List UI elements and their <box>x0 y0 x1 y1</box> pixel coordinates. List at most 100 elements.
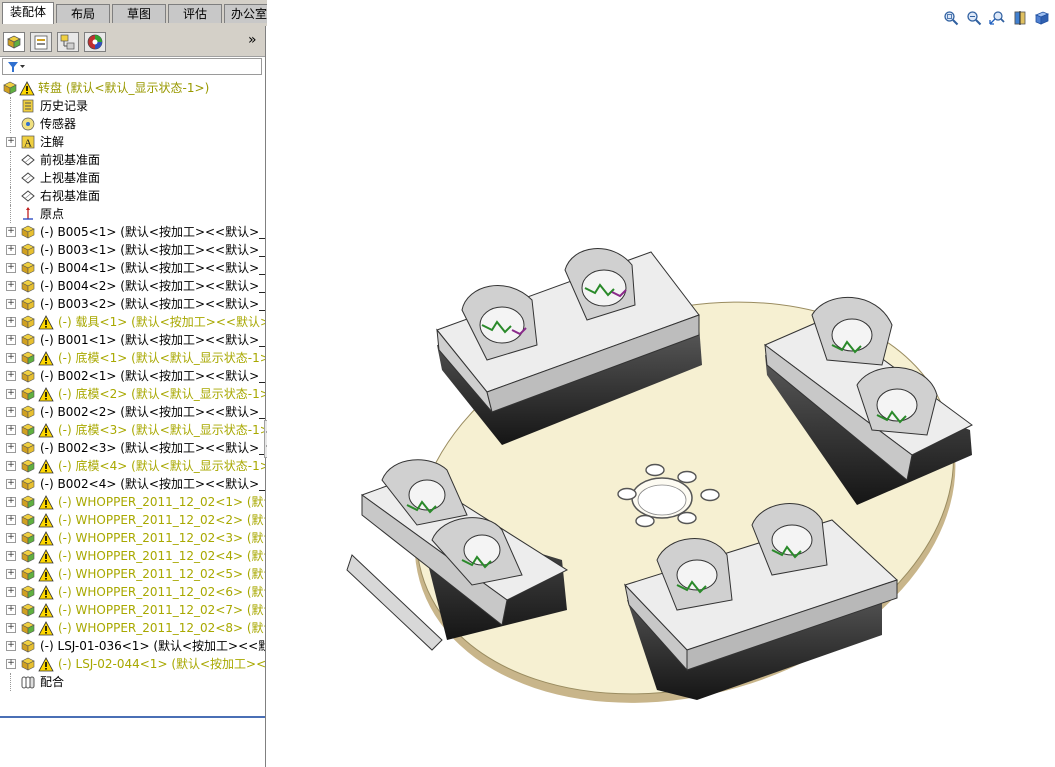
subassembly-warning-icon <box>21 549 35 563</box>
expand-toggle[interactable]: + <box>6 299 16 309</box>
tree-item[interactable]: 历史记录 <box>0 97 265 115</box>
tree-item[interactable]: + (-) WHOPPER_2011_12_02<3> (默认 <box>0 529 265 547</box>
tree-item[interactable]: + A 注解 <box>0 133 265 151</box>
part-icon <box>21 477 35 491</box>
warning-icon <box>38 423 54 438</box>
expand-toggle[interactable]: + <box>6 623 16 633</box>
display-manager-tab[interactable] <box>84 32 106 52</box>
expand-toggle[interactable]: + <box>6 569 16 579</box>
expand-toggle[interactable]: + <box>6 425 16 435</box>
tree-item[interactable]: 传感器 <box>0 115 265 133</box>
tab-layout[interactable]: 布局 <box>56 4 110 23</box>
expand-toggle[interactable]: + <box>6 389 16 399</box>
tree-item[interactable]: + (-) WHOPPER_2011_12_02<5> (默认 <box>0 565 265 583</box>
feature-manager-panel: » 转盘 (默认<默认_显示状态-1>) 历史记录 传感器 + A 注解 前视基准面 上视基准… <box>0 26 266 767</box>
panel-expand-button[interactable]: » <box>248 32 257 48</box>
expand-toggle[interactable]: + <box>6 263 16 273</box>
warning-icon <box>38 513 54 528</box>
tree-item[interactable]: + (-) LSJ-01-036<1> (默认<按加工><<默认 <box>0 637 265 655</box>
tree-item[interactable]: + (-) B001<1> (默认<按加工><<默认>_显 <box>0 331 265 349</box>
plane-icon <box>21 154 35 166</box>
tree-item[interactable]: + (-) B002<2> (默认<按加工><<默认>_显 <box>0 403 265 421</box>
tree-item[interactable]: + (-) B004<2> (默认<按加工><<默认>_显 <box>0 277 265 295</box>
configuration-manager-icon <box>60 34 75 50</box>
expand-toggle[interactable]: + <box>6 227 16 237</box>
configuration-manager-tab[interactable] <box>57 32 79 52</box>
part-icon <box>21 405 35 419</box>
tree-item-label: (-) B003<1> (默认<按加工><<默认>_显 <box>40 243 265 257</box>
tree-item[interactable]: + (-) WHOPPER_2011_12_02<1> (默认 <box>0 493 265 511</box>
feature-manager-tab[interactable] <box>3 32 25 52</box>
expand-toggle[interactable]: + <box>6 497 16 507</box>
tree-item-label: (-) LSJ-02-044<1> (默认<按加工><< <box>58 657 265 671</box>
tree-filter[interactable] <box>2 58 262 75</box>
expand-toggle[interactable]: + <box>6 551 16 561</box>
warning-icon <box>19 81 35 96</box>
tree-item[interactable]: + (-) WHOPPER_2011_12_02<8> (默认 <box>0 619 265 637</box>
tree-item[interactable]: + (-) 载具<1> (默认<按加工><<默认>_ <box>0 313 265 331</box>
expand-toggle[interactable]: + <box>6 281 16 291</box>
expand-toggle[interactable]: + <box>6 605 16 615</box>
expand-toggle[interactable]: + <box>6 533 16 543</box>
tree-item[interactable]: + (-) 底模<1> (默认<默认_显示状态-1> <box>0 349 265 367</box>
subassembly-warning-icon <box>21 603 35 617</box>
part-icon <box>21 639 35 653</box>
tree-connector <box>10 169 12 187</box>
property-manager-tab[interactable] <box>30 32 52 52</box>
tree-item[interactable]: 上视基准面 <box>0 169 265 187</box>
expand-toggle[interactable]: + <box>6 317 16 327</box>
tree-item[interactable]: + (-) 底模<2> (默认<默认_显示状态-1> <box>0 385 265 403</box>
expand-toggle[interactable]: + <box>6 515 16 525</box>
panel-toolbar: » <box>0 26 265 57</box>
expand-toggle[interactable]: + <box>6 371 16 381</box>
warning-icon <box>38 351 54 366</box>
expand-toggle[interactable]: + <box>6 659 16 669</box>
tree-item-label: (-) B004<2> (默认<按加工><<默认>_显 <box>40 279 265 293</box>
tree-item-label: (-) B002<4> (默认<按加工><<默认>_显 <box>40 477 265 491</box>
expand-toggle[interactable]: + <box>6 479 16 489</box>
tree-item[interactable]: 前视基准面 <box>0 151 265 169</box>
expand-toggle[interactable]: + <box>6 461 16 471</box>
tree-item[interactable]: 右视基准面 <box>0 187 265 205</box>
tree-item[interactable]: + (-) B005<1> (默认<按加工><<默认>_显 <box>0 223 265 241</box>
expand-toggle[interactable]: + <box>6 407 16 417</box>
tree-item[interactable]: + (-) B004<1> (默认<按加工><<默认>_显 <box>0 259 265 277</box>
tree-item[interactable]: + (-) WHOPPER_2011_12_02<6> (默认 <box>0 583 265 601</box>
expand-toggle[interactable]: + <box>6 641 16 651</box>
tree-item[interactable]: + (-) LSJ-02-044<1> (默认<按加工><< <box>0 655 265 673</box>
tree-item[interactable]: + (-) B003<2> (默认<按加工><<默认>_显 <box>0 295 265 313</box>
warning-icon <box>38 567 54 582</box>
tree-item[interactable]: + (-) WHOPPER_2011_12_02<4> (默认 <box>0 547 265 565</box>
tab-evaluate[interactable]: 评估 <box>168 4 222 23</box>
tree-item-label: (-) WHOPPER_2011_12_02<2> (默认 <box>58 513 265 527</box>
tree-item[interactable]: + (-) 底模<4> (默认<默认_显示状态-1> <box>0 457 265 475</box>
tree-item[interactable]: + (-) WHOPPER_2011_12_02<2> (默认 <box>0 511 265 529</box>
expand-toggle[interactable]: + <box>6 443 16 453</box>
tree-item[interactable]: + (-) 底模<3> (默认<默认_显示状态-1> <box>0 421 265 439</box>
tree-item-label: (-) B001<1> (默认<按加工><<默认>_显 <box>40 333 265 347</box>
tree-item[interactable]: + (-) B003<1> (默认<按加工><<默认>_显 <box>0 241 265 259</box>
graphics-area[interactable] <box>267 0 1055 767</box>
expand-toggle[interactable]: + <box>6 137 16 147</box>
tab-sketch[interactable]: 草图 <box>112 4 166 23</box>
tree-item[interactable]: 配合 <box>0 673 265 691</box>
tree-item[interactable]: 原点 <box>0 205 265 223</box>
tree-item-label: 右视基准面 <box>40 189 101 203</box>
part-icon <box>21 261 35 275</box>
tree-item[interactable]: + (-) B002<4> (默认<按加工><<默认>_显 <box>0 475 265 493</box>
tab-assembly[interactable]: 装配体 <box>2 2 54 24</box>
svg-text:A: A <box>24 138 32 150</box>
expand-toggle[interactable]: + <box>6 353 16 363</box>
expand-toggle[interactable]: + <box>6 587 16 597</box>
expand-toggle[interactable]: + <box>6 335 16 345</box>
tree-item[interactable]: + (-) B002<1> (默认<按加工><<默认>_显 <box>0 367 265 385</box>
subassembly-warning-icon <box>21 567 35 581</box>
display-manager-icon <box>87 34 103 50</box>
tree-root-item[interactable]: 转盘 (默认<默认_显示状态-1>) <box>0 79 265 97</box>
plane-icon <box>21 172 35 184</box>
tree-item[interactable]: + (-) B002<3> (默认<按加工><<默认>_显 <box>0 439 265 457</box>
subassembly-warning-icon <box>21 513 35 527</box>
tree-item[interactable]: + (-) WHOPPER_2011_12_02<7> (默认 <box>0 601 265 619</box>
expand-toggle[interactable]: + <box>6 245 16 255</box>
origin-icon <box>23 207 33 220</box>
